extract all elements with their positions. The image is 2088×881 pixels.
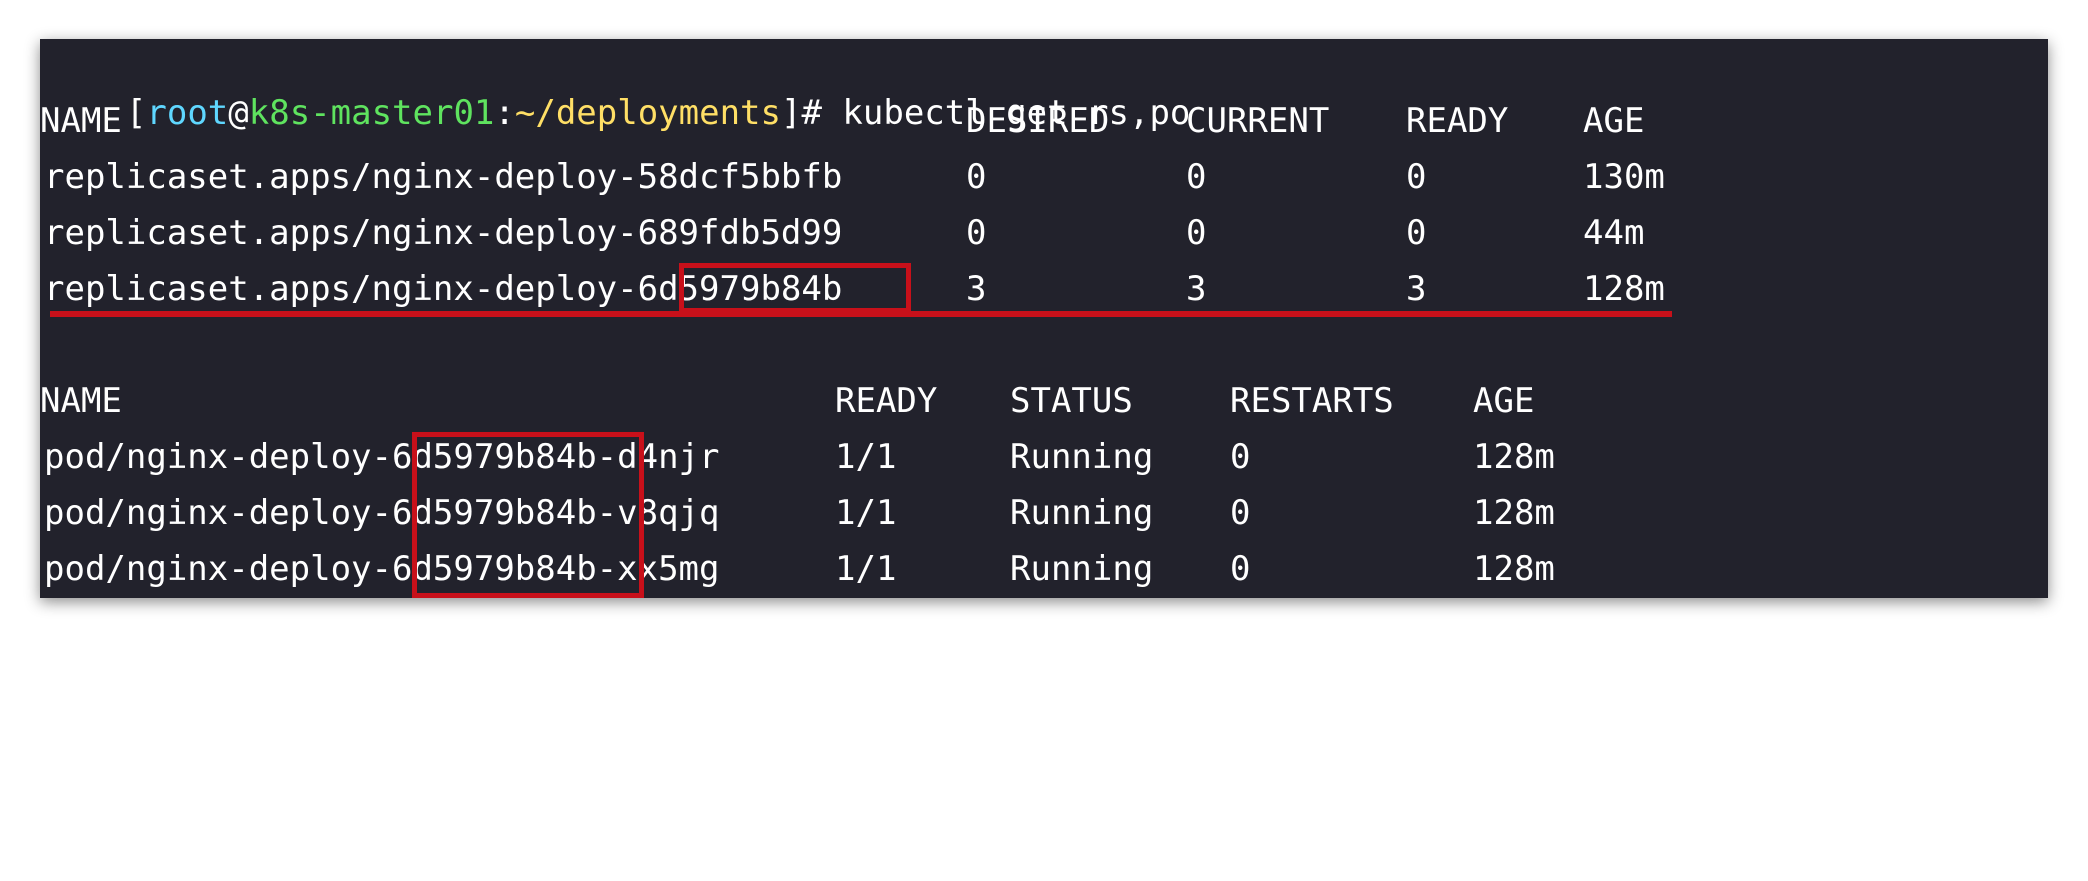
- rs-age: 130m: [1583, 157, 1665, 197]
- rs-ready: 0: [1406, 213, 1427, 253]
- rs-header-ready: READY: [1406, 101, 1509, 141]
- rs-current: 3: [1186, 269, 1207, 309]
- rs-desired: 0: [966, 213, 987, 253]
- pod-ready: 1/1: [835, 493, 897, 533]
- pod-restarts: 0: [1230, 493, 1251, 533]
- rs-age: 44m: [1583, 213, 1645, 253]
- pod-header-name: NAME: [40, 381, 122, 421]
- pod-age: 128m: [1473, 437, 1555, 477]
- rs-row-underline: [50, 311, 1672, 317]
- rs-header-desired: DESIRED: [966, 101, 1110, 141]
- rs-header-row: NAME DESIRED CURRENT READY AGE: [40, 97, 2040, 145]
- pod-hash-highlight-box: [412, 432, 644, 598]
- pod-status: Running: [1010, 437, 1154, 477]
- pod-ready: 1/1: [835, 437, 897, 477]
- prompt-line: [root@k8s-master01:~/deployments]# kubec…: [44, 41, 1944, 133]
- rs-name: replicaset.apps/nginx-deploy-689fdb5d99: [44, 213, 843, 253]
- pod-header-status: STATUS: [1010, 381, 1133, 421]
- rs-ready: 3: [1406, 269, 1427, 309]
- rs-header-age: AGE: [1583, 101, 1645, 141]
- pod-age: 128m: [1473, 493, 1555, 533]
- pod-header-row: NAME READY STATUS RESTARTS AGE: [40, 377, 2040, 425]
- pod-status: Running: [1010, 549, 1154, 589]
- rs-row: replicaset.apps/nginx-deploy-689fdb5d99 …: [40, 209, 2040, 257]
- rs-desired: 0: [966, 157, 987, 197]
- rs-current: 0: [1186, 157, 1207, 197]
- rs-hash-highlight-box: [679, 263, 911, 313]
- rs-age: 128m: [1583, 269, 1665, 309]
- rs-row-active: replicaset.apps/nginx-deploy-6d5979b84b …: [40, 265, 2040, 313]
- pod-header-restarts: RESTARTS: [1230, 381, 1394, 421]
- pod-status: Running: [1010, 493, 1154, 533]
- pod-header-age: AGE: [1473, 381, 1535, 421]
- pod-restarts: 0: [1230, 549, 1251, 589]
- rs-current: 0: [1186, 213, 1207, 253]
- rs-ready: 0: [1406, 157, 1427, 197]
- pod-row: pod/nginx-deploy-6d5979b84b-xx5mg 1/1 Ru…: [40, 545, 2040, 593]
- rs-desired: 3: [966, 269, 987, 309]
- pod-restarts: 0: [1230, 437, 1251, 477]
- rs-header-current: CURRENT: [1186, 101, 1330, 141]
- rs-header-name: NAME: [40, 101, 122, 141]
- rs-row: replicaset.apps/nginx-deploy-58dcf5bbfb …: [40, 153, 2040, 201]
- pod-header-ready: READY: [835, 381, 938, 421]
- pod-ready: 1/1: [835, 549, 897, 589]
- pod-row: pod/nginx-deploy-6d5979b84b-v8qjq 1/1 Ru…: [40, 489, 2040, 537]
- pod-row: pod/nginx-deploy-6d5979b84b-d4njr 1/1 Ru…: [40, 433, 2040, 481]
- terminal-window[interactable]: [root@k8s-master01:~/deployments]# kubec…: [40, 39, 2048, 598]
- pod-age: 128m: [1473, 549, 1555, 589]
- rs-name: replicaset.apps/nginx-deploy-58dcf5bbfb: [44, 157, 843, 197]
